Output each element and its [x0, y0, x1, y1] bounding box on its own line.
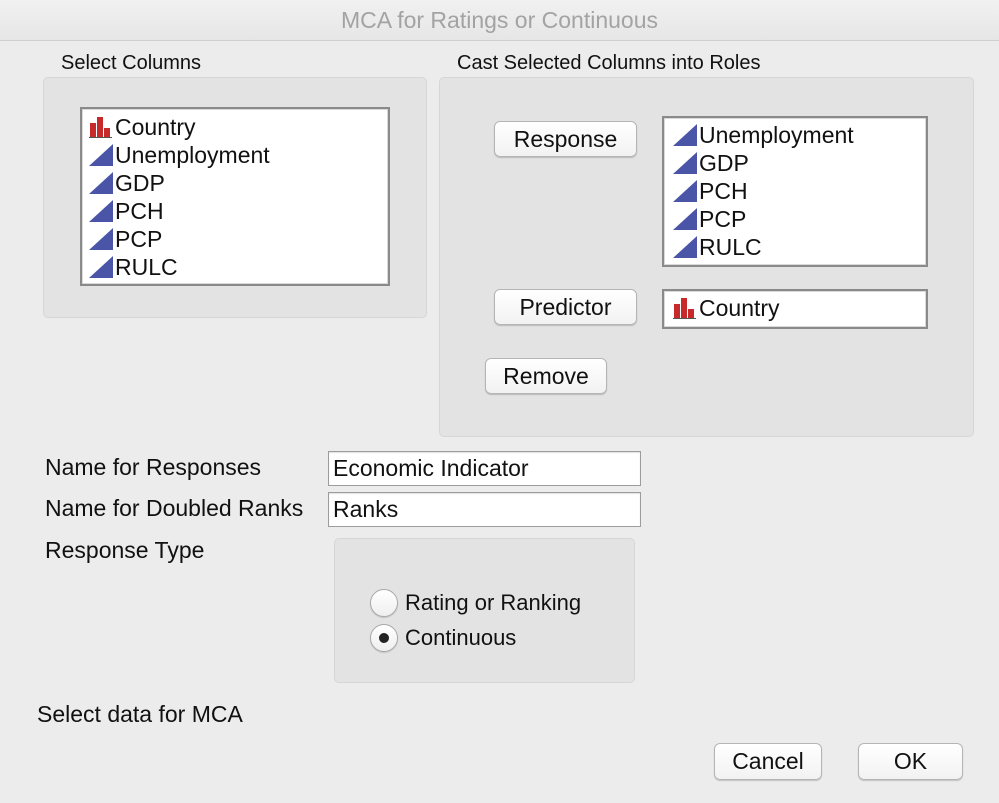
response-item-label: PCP [699, 205, 747, 232]
predictor-item-country[interactable]: Country [672, 294, 918, 322]
response-item-label: GDP [699, 149, 749, 176]
select-columns-list[interactable]: Country Unemployment GDP PCH PCP RULC [80, 107, 390, 286]
continuous-triangle-icon [673, 208, 697, 230]
response-list[interactable]: Unemployment GDP PCH PCP RULC [662, 116, 928, 267]
window-title: MCA for Ratings or Continuous [0, 0, 999, 41]
responses-name-label: Name for Responses [45, 454, 262, 480]
cast-roles-label: Cast Selected Columns into Roles [457, 52, 761, 74]
response-item-unemployment[interactable]: Unemployment [672, 121, 918, 149]
radio-continuous[interactable]: Continuous [370, 624, 516, 652]
response-item-pcp[interactable]: PCP [672, 205, 918, 233]
response-item-label: PCH [699, 177, 748, 204]
column-item-label: RULC [115, 253, 178, 280]
predictor-button[interactable]: Predictor [494, 289, 637, 325]
predictor-item-label: Country [699, 294, 780, 321]
select-columns-label: Select Columns [61, 52, 202, 74]
predictor-list[interactable]: Country [662, 289, 928, 329]
continuous-triangle-icon [673, 236, 697, 258]
response-item-pch[interactable]: PCH [672, 177, 918, 205]
radio-button-unselected[interactable] [370, 589, 398, 617]
response-item-label: RULC [699, 233, 762, 260]
nominal-bar-icon [89, 117, 112, 138]
column-item-gdp[interactable]: GDP [88, 169, 382, 197]
response-item-rulc[interactable]: RULC [672, 233, 918, 261]
radio-selected-dot [379, 633, 389, 643]
response-item-label: Unemployment [699, 121, 854, 148]
response-item-gdp[interactable]: GDP [672, 149, 918, 177]
response-button[interactable]: Response [494, 121, 637, 157]
radio-button-selected[interactable] [370, 624, 398, 652]
column-item-label: GDP [115, 169, 165, 196]
continuous-triangle-icon [673, 180, 697, 202]
continuous-triangle-icon [89, 144, 113, 166]
continuous-triangle-icon [673, 152, 697, 174]
status-text: Select data for MCA [37, 701, 243, 727]
ok-button[interactable]: OK [858, 743, 963, 780]
cancel-button[interactable]: Cancel [714, 743, 822, 780]
response-type-label: Response Type [45, 537, 205, 563]
column-item-unemployment[interactable]: Unemployment [88, 141, 382, 169]
radio-label: Rating or Ranking [405, 590, 582, 615]
remove-button[interactable]: Remove [485, 358, 607, 394]
ranks-name-input[interactable] [328, 492, 641, 527]
column-item-label: Country [115, 113, 196, 140]
column-item-label: PCP [115, 225, 163, 252]
column-item-label: PCH [115, 197, 164, 224]
column-item-pch[interactable]: PCH [88, 197, 382, 225]
continuous-triangle-icon [89, 228, 113, 250]
ranks-name-label: Name for Doubled Ranks [45, 495, 304, 521]
continuous-triangle-icon [673, 124, 697, 146]
continuous-triangle-icon [89, 200, 113, 222]
responses-name-input[interactable] [328, 451, 641, 486]
radio-label: Continuous [405, 625, 517, 650]
radio-rating-or-ranking[interactable]: Rating or Ranking [370, 589, 581, 617]
column-item-pcp[interactable]: PCP [88, 225, 382, 253]
column-item-rulc[interactable]: RULC [88, 253, 382, 281]
continuous-triangle-icon [89, 256, 113, 278]
column-item-label: Unemployment [115, 141, 270, 168]
nominal-bar-icon [673, 298, 696, 319]
continuous-triangle-icon [89, 172, 113, 194]
column-item-country[interactable]: Country [88, 113, 382, 141]
